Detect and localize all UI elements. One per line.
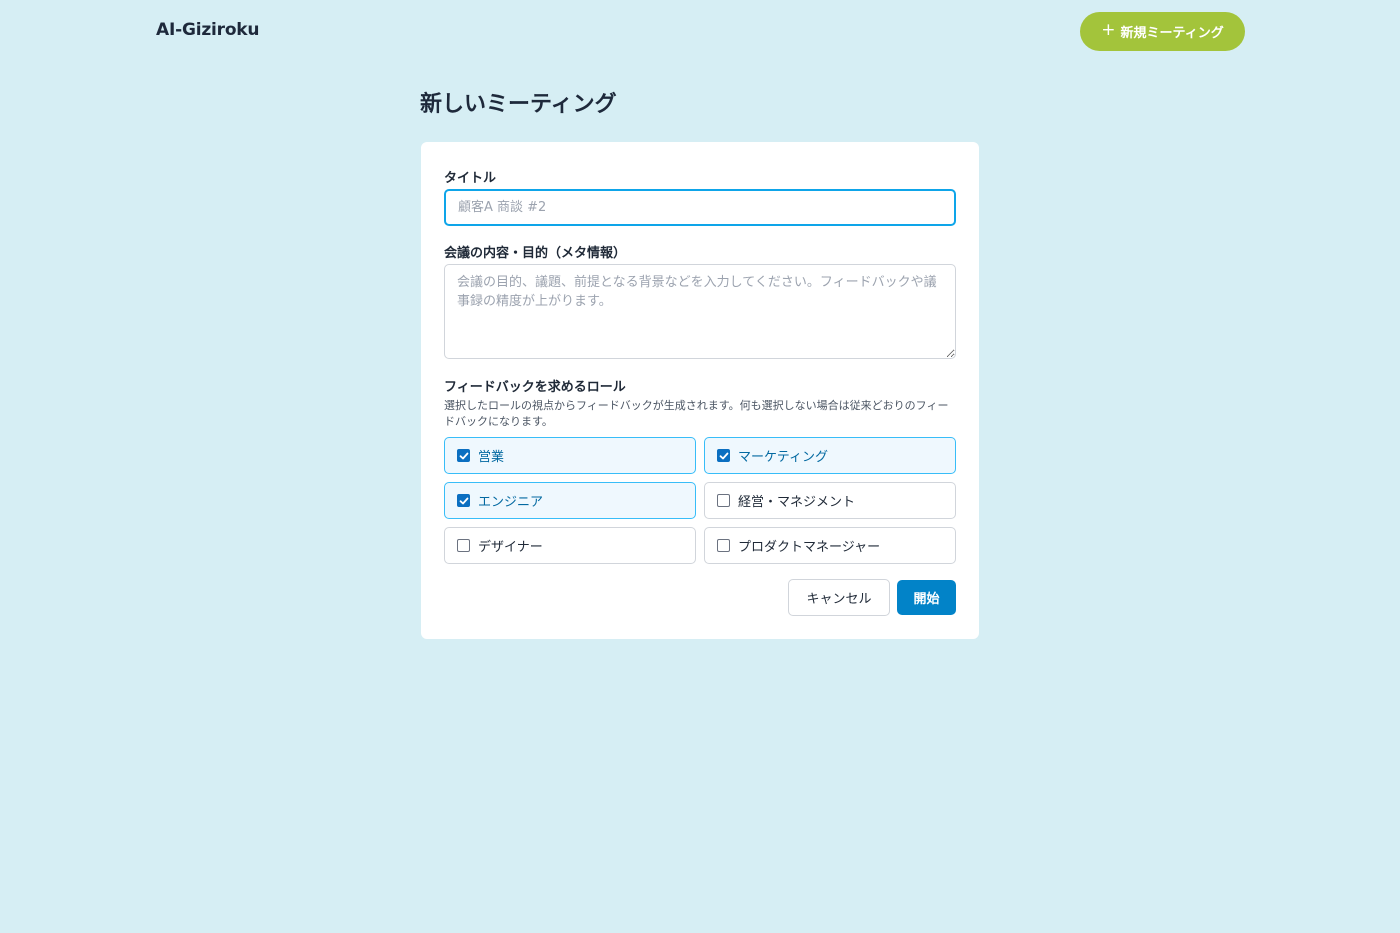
new-meeting-form-card: タイトル 会議の内容・目的（メタ情報） フィードバックを求めるロール 選択したロ…	[421, 142, 979, 639]
roles-hint: 選択したロールの視点からフィードバックが生成されます。何も選択しない場合は従来ど…	[444, 399, 949, 428]
title-input[interactable]	[444, 189, 956, 226]
role-option[interactable]: 経営・マネジメント	[704, 482, 956, 519]
roles-label: フィードバックを求めるロール	[444, 380, 626, 395]
new-meeting-button-label: 新規ミーティング	[1120, 26, 1224, 41]
new-meeting-button[interactable]: + 新規ミーティング	[1080, 12, 1245, 51]
check-icon	[719, 452, 728, 459]
plus-icon: +	[1101, 20, 1116, 40]
brand-logo-text[interactable]: AI-Giziroku	[156, 20, 260, 40]
role-label: エンジニア	[478, 495, 544, 510]
role-checkbox[interactable]	[717, 539, 730, 552]
role-checkbox[interactable]	[717, 494, 730, 507]
role-option[interactable]: エンジニア	[444, 482, 696, 519]
check-icon	[459, 497, 468, 504]
role-label: デザイナー	[478, 540, 543, 555]
role-option[interactable]: 営業	[444, 437, 696, 474]
role-checkbox[interactable]	[717, 449, 730, 462]
role-label: マーケティング	[738, 450, 828, 465]
start-button[interactable]: 開始	[897, 580, 956, 615]
page-title: 新しいミーティング	[420, 92, 617, 117]
role-label: プロダクトマネージャー	[738, 540, 881, 555]
role-checkbox[interactable]	[457, 539, 470, 552]
check-icon	[459, 452, 468, 459]
role-option[interactable]: マーケティング	[704, 437, 956, 474]
role-label: 経営・マネジメント	[738, 495, 856, 510]
title-label: タイトル	[444, 171, 497, 186]
meta-textarea[interactable]	[444, 264, 956, 359]
top-header: AI-Giziroku + 新規ミーティング	[0, 0, 1400, 64]
role-checkbox[interactable]	[457, 494, 470, 507]
meta-label: 会議の内容・目的（メタ情報）	[444, 246, 627, 261]
role-option[interactable]: プロダクトマネージャー	[704, 527, 956, 564]
role-label: 営業	[478, 450, 505, 465]
role-option[interactable]: デザイナー	[444, 527, 696, 564]
role-checkbox[interactable]	[457, 449, 470, 462]
cancel-button[interactable]: キャンセル	[788, 579, 890, 616]
